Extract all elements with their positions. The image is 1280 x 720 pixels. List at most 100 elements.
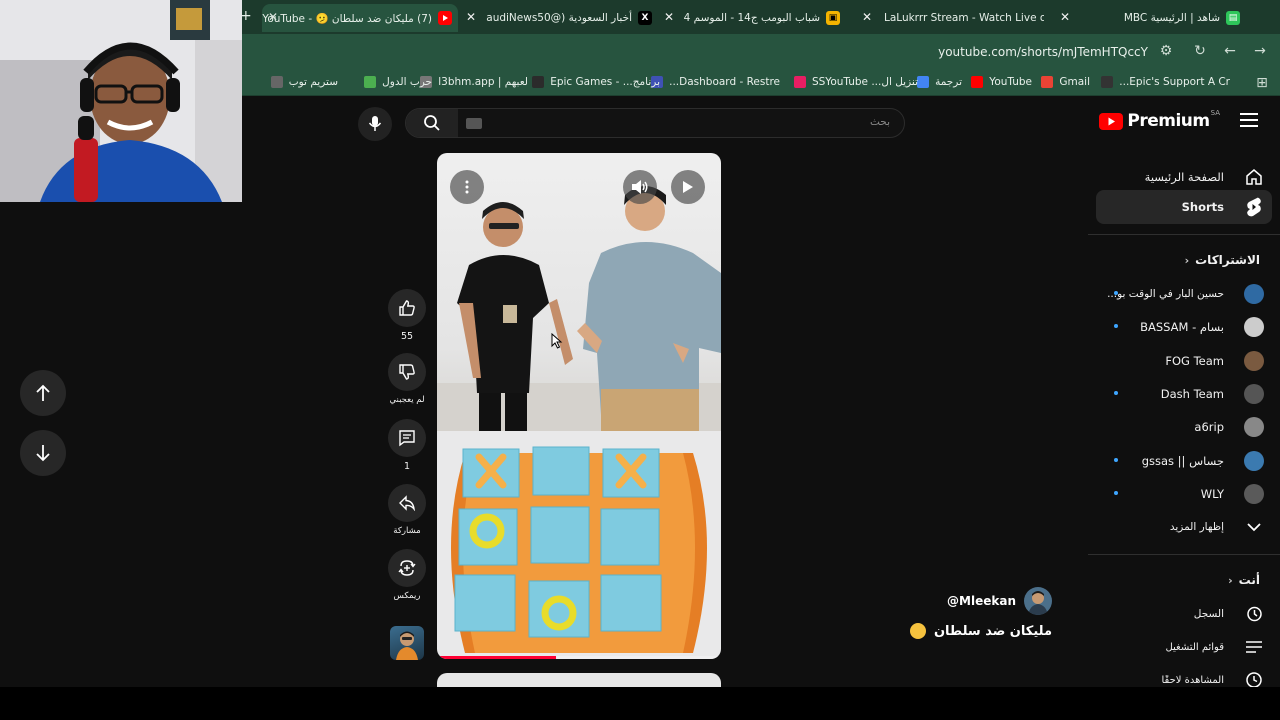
share-action[interactable]: مشاركة [388, 484, 426, 536]
mouse-cursor-icon [551, 333, 563, 349]
tab-title: شاهد | الرئيسية MBC [1123, 12, 1220, 24]
chevron-left-icon: ‹ [1228, 573, 1233, 587]
sidebar-item-subscription[interactable]: بسام - BASSAM [1096, 310, 1272, 344]
avatar [1244, 417, 1264, 437]
video-progress-fill [437, 656, 557, 659]
comment-count: 1 [403, 461, 411, 472]
keyboard-icon[interactable] [466, 118, 482, 129]
search-button[interactable] [406, 109, 458, 137]
new-content-dot [1114, 458, 1118, 462]
sidebar-item-subscription[interactable]: Dash Team [1096, 377, 1272, 411]
sidebar-item-shorts[interactable]: Shorts [1096, 190, 1272, 224]
chevron-down-icon [1244, 517, 1264, 537]
search-box[interactable]: بحث [405, 108, 905, 138]
bookmark-item[interactable]: Dashboard - Restre... [651, 76, 780, 88]
back-icon[interactable]: ← [1222, 43, 1238, 59]
bookmark-item[interactable]: Gmail [1041, 76, 1090, 88]
bookmark-item[interactable]: ستريم توب [270, 76, 338, 88]
close-icon[interactable]: ✕ [862, 10, 872, 24]
channel-thumbnail[interactable] [390, 626, 424, 660]
apps-grid-icon[interactable]: ⊞ [1254, 75, 1270, 91]
next-short-preview[interactable] [437, 673, 721, 687]
sidebar-item-playlists[interactable]: قوائم التشغيل [1096, 630, 1272, 664]
remix-button[interactable] [388, 549, 426, 587]
remix-action[interactable]: ريمكس [388, 549, 426, 601]
more-options-button[interactable] [450, 170, 484, 204]
you-header[interactable]: أنت ‹ [1228, 573, 1260, 587]
avatar [1244, 484, 1264, 504]
channel-handle[interactable]: @Mleekan [947, 594, 1016, 608]
download-icon [793, 76, 806, 88]
sidebar-item-subscription[interactable]: FOG Team [1096, 344, 1272, 378]
url-field[interactable]: youtube.com/shorts/mJTemHTQccY [938, 45, 1148, 59]
remix-label: ريمكس [393, 591, 421, 601]
youtube-premium-logo[interactable]: Premium SA [1099, 109, 1220, 131]
section-title: الاشتراكات [1195, 253, 1260, 267]
tab-title: أخبار السعودية (@SaudiNews50) [486, 12, 632, 24]
subscriptions-header[interactable]: الاشتراكات ‹ [1185, 253, 1260, 267]
brand-region: SA [1210, 109, 1220, 117]
translate-icon [917, 76, 930, 88]
playlist-icon [1244, 637, 1264, 657]
streamer-camera-feed [0, 0, 242, 202]
sidebar-item-label: المشاهدة لاحقًا [1161, 674, 1224, 686]
sidebar-item-home[interactable]: الصفحة الرئيسية [1096, 160, 1272, 194]
search-input[interactable]: بحث [870, 116, 890, 128]
sidebar-item-subscription[interactable]: جساس || gssas [1096, 444, 1272, 478]
close-icon[interactable]: ✕ [1060, 10, 1070, 24]
bookmark-item[interactable]: Epic's Support A Cr... [1101, 76, 1230, 88]
sidebar-item-subscription[interactable]: حسين البار في الوقت بو... [1096, 277, 1272, 311]
tab-kick[interactable]: LaLukrrr Stream - Watch Live on K [878, 4, 1044, 32]
sidebar-item-show-more[interactable]: إظهار المزيد [1096, 510, 1272, 544]
sidebar-item-history[interactable]: السجل [1096, 597, 1272, 631]
tab-youtube[interactable]: (7) مليكان ضد سلطان 🫤 - YouTube ✕ [262, 4, 458, 32]
previous-short-button[interactable] [20, 370, 66, 416]
channel-avatar[interactable] [1024, 587, 1052, 615]
comments-button[interactable] [388, 419, 426, 457]
sidebar-item-subscription[interactable]: a6rip [1096, 410, 1272, 444]
bookmark-item[interactable]: برنامج... - Epic Games [532, 76, 660, 88]
bookmark-item[interactable]: تنزيل ال... SSYouTube [793, 76, 918, 88]
bookmark-item[interactable]: ترجمة [917, 76, 962, 88]
close-icon[interactable]: ✕ [268, 10, 278, 24]
sidebar-item-subscription[interactable]: WLY [1096, 477, 1272, 511]
bookmark-item[interactable]: YouTube [971, 76, 1032, 88]
video-frame-bottom [437, 431, 721, 659]
close-icon[interactable]: ✕ [466, 10, 476, 24]
chevron-left-icon: ‹ [1184, 253, 1190, 267]
new-content-dot [1114, 324, 1118, 328]
mute-button[interactable] [623, 170, 657, 204]
close-icon[interactable]: ✕ [664, 10, 674, 24]
comments-action[interactable]: 1 [388, 419, 426, 472]
epic-games-icon [532, 76, 545, 88]
reload-icon[interactable]: ↻ [1192, 43, 1208, 59]
avatar [1244, 317, 1264, 337]
share-icon [399, 495, 415, 511]
section-title: أنت [1238, 573, 1260, 587]
next-short-button[interactable] [20, 430, 66, 476]
voice-search-button[interactable] [358, 107, 392, 141]
home-icon [1244, 167, 1264, 187]
like-action[interactable]: 55 [388, 289, 426, 342]
like-button[interactable] [388, 289, 426, 327]
dislike-button[interactable] [388, 353, 426, 391]
video-progress-bar[interactable] [437, 656, 721, 659]
tab-shahid[interactable]: ▤ شاهد | الرئيسية MBC [1076, 4, 1246, 32]
avatar [1244, 384, 1264, 404]
forward-icon[interactable]: → [1252, 43, 1268, 59]
video-title: مليكان ضد سلطان [909, 623, 1052, 639]
menu-button[interactable] [1240, 113, 1258, 127]
tab-x[interactable]: X أخبار السعودية (@SaudiNews50) [486, 4, 658, 32]
short-video-player[interactable] [437, 153, 721, 659]
tab-bomb[interactable]: ▣ شباب البومب ج14 - الموسم 14 - [684, 4, 846, 32]
play-button[interactable] [671, 170, 705, 204]
bookmark-item[interactable]: حرب الدول [364, 76, 432, 88]
bookmark-item[interactable]: لعبهم | l3bhm.app [420, 76, 528, 88]
dislike-action[interactable]: لم يعجبني [388, 353, 426, 405]
sidebar-item-label: Shorts [1181, 200, 1224, 214]
site-settings-icon[interactable]: ⚙ [1158, 43, 1174, 59]
webcam-overlay [0, 0, 242, 202]
history-icon [1244, 604, 1264, 624]
screen-bottom-edge [0, 687, 1280, 720]
share-button[interactable] [388, 484, 426, 522]
